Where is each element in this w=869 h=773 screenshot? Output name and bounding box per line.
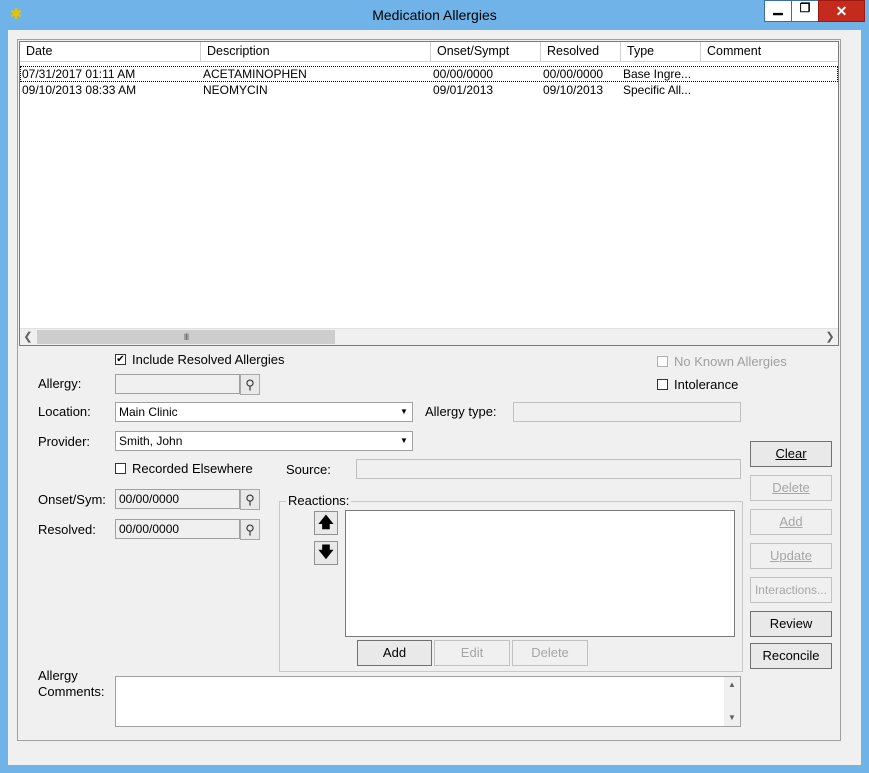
- allergy-label: Allergy:: [38, 376, 82, 391]
- provider-value: Smith, John: [119, 434, 183, 448]
- column-header-date[interactable]: Date: [20, 42, 201, 61]
- row-type: Base Ingre...: [623, 67, 692, 81]
- onset-date-field[interactable]: 00/00/0000: [115, 489, 240, 509]
- scroll-down-icon[interactable]: ▼: [724, 710, 740, 726]
- allergy-type-field[interactable]: [513, 402, 741, 422]
- scroll-left-icon[interactable]: ❮: [20, 329, 36, 345]
- source-field[interactable]: [356, 459, 741, 479]
- maximize-button[interactable]: ❐: [791, 0, 819, 22]
- intolerance-label: Intolerance: [674, 377, 739, 392]
- row-resolved: 00/00/0000: [543, 67, 604, 81]
- column-header-comment[interactable]: Comment: [701, 42, 838, 61]
- allergy-lookup-button[interactable]: ⚲: [240, 374, 260, 395]
- resolved-label: Resolved:: [38, 522, 96, 537]
- allergy-field[interactable]: [115, 374, 240, 394]
- comments-label-line2: Comments:: [38, 684, 105, 699]
- scroll-up-icon[interactable]: ▲: [724, 677, 740, 693]
- scroll-thumb[interactable]: III: [37, 330, 335, 344]
- reactions-list[interactable]: [345, 510, 735, 637]
- onset-lookup-button[interactable]: ⚲: [240, 489, 260, 510]
- table-row[interactable]: 09/10/2013 08:33 AM NEOMYCIN 09/01/2013 …: [20, 82, 838, 98]
- no-known-allergies-checkbox[interactable]: [657, 356, 668, 367]
- allergy-type-label: Allergy type:: [425, 404, 497, 419]
- location-label: Location:: [38, 404, 91, 419]
- title-bar[interactable]: ✱ Medication Allergies ▁ ❐ ✕: [0, 0, 869, 30]
- recorded-elsewhere-label: Recorded Elsewhere: [132, 461, 253, 476]
- review-button[interactable]: Review: [750, 611, 832, 637]
- include-resolved-checkbox[interactable]: ✔: [115, 354, 126, 365]
- allergy-list[interactable]: Date Description Onset/Sympt Resolved Ty…: [19, 41, 839, 346]
- comments-scrollbar[interactable]: ▲ ▼: [724, 677, 740, 726]
- row-description: ACETAMINOPHEN: [203, 67, 307, 81]
- delete-label: Delete: [772, 480, 810, 495]
- add-label: Add: [779, 514, 803, 529]
- intolerance-checkbox[interactable]: [657, 379, 668, 390]
- magnifier-icon: ⚲: [245, 522, 255, 537]
- arrow-down-icon: 🡇: [318, 544, 334, 561]
- clear-button[interactable]: Clear: [750, 441, 832, 467]
- add-button[interactable]: Add: [750, 509, 832, 535]
- column-header-resolved[interactable]: Resolved: [541, 42, 621, 61]
- row-comment: [701, 66, 838, 82]
- provider-label: Provider:: [38, 434, 91, 449]
- interactions-button[interactable]: Interactions...: [750, 577, 832, 603]
- source-label: Source:: [286, 462, 331, 477]
- row-onset: 09/01/2013: [433, 83, 494, 97]
- scroll-right-icon[interactable]: ❯: [822, 329, 838, 345]
- delete-button[interactable]: Delete: [750, 475, 832, 501]
- arrow-up-icon: 🡅: [318, 514, 334, 531]
- client-area: Date Description Onset/Sympt Resolved Ty…: [8, 30, 861, 765]
- reaction-delete-button[interactable]: Delete: [512, 640, 588, 666]
- row-type: Specific All...: [623, 83, 692, 97]
- allergy-comments-textarea[interactable]: ▲ ▼: [115, 676, 741, 727]
- include-resolved-label: Include Resolved Allergies: [132, 352, 285, 367]
- magnifier-icon: ⚲: [245, 377, 255, 392]
- column-header-type[interactable]: Type: [621, 42, 701, 61]
- move-up-button[interactable]: 🡅: [314, 511, 338, 535]
- resolved-date-field[interactable]: 00/00/0000: [115, 519, 240, 539]
- allergies-panel: Date Description Onset/Sympt Resolved Ty…: [17, 39, 841, 741]
- location-select[interactable]: Main Clinic ▼: [115, 402, 413, 422]
- update-button[interactable]: Update: [750, 543, 832, 569]
- location-value: Main Clinic: [119, 405, 178, 419]
- magnifier-icon: ⚲: [245, 492, 255, 507]
- horizontal-scrollbar[interactable]: ❮ III ❯: [20, 328, 838, 345]
- medication-allergies-window: ✱ Medication Allergies ▁ ❐ ✕ Date Descri…: [0, 0, 869, 773]
- row-resolved: 09/10/2013: [543, 83, 604, 97]
- clear-label: Clear: [775, 446, 807, 461]
- onset-label: Onset/Sym:: [38, 492, 106, 507]
- update-label: Update: [770, 548, 812, 563]
- table-row[interactable]: 07/31/2017 01:11 AM ACETAMINOPHEN 00/00/…: [20, 66, 838, 82]
- reconcile-button[interactable]: Reconcile: [750, 643, 832, 669]
- recorded-elsewhere-checkbox[interactable]: [115, 463, 126, 474]
- list-header: Date Description Onset/Sympt Resolved Ty…: [20, 42, 838, 62]
- reaction-add-button[interactable]: Add: [357, 640, 432, 666]
- no-known-allergies-label: No Known Allergies: [674, 354, 787, 369]
- comments-label-line1: Allergy: [38, 668, 78, 683]
- chevron-down-icon[interactable]: ▼: [397, 433, 411, 449]
- chevron-down-icon[interactable]: ▼: [397, 404, 411, 420]
- reaction-edit-button[interactable]: Edit: [434, 640, 510, 666]
- move-down-button[interactable]: 🡇: [314, 541, 338, 565]
- provider-select[interactable]: Smith, John ▼: [115, 431, 413, 451]
- row-onset: 00/00/0000: [433, 67, 494, 81]
- close-button[interactable]: ✕: [818, 0, 865, 22]
- row-comment: [701, 82, 838, 98]
- column-header-onset[interactable]: Onset/Sympt: [431, 42, 541, 61]
- row-date: 09/10/2013 08:33 AM: [22, 83, 137, 97]
- reactions-label: Reactions:: [286, 493, 352, 508]
- row-description: NEOMYCIN: [203, 83, 268, 97]
- resolved-lookup-button[interactable]: ⚲: [240, 519, 260, 540]
- row-date: 07/31/2017 01:11 AM: [22, 67, 136, 81]
- column-header-description[interactable]: Description: [201, 42, 431, 61]
- window-title: Medication Allergies: [372, 7, 497, 23]
- minimize-button[interactable]: ▁: [764, 0, 792, 22]
